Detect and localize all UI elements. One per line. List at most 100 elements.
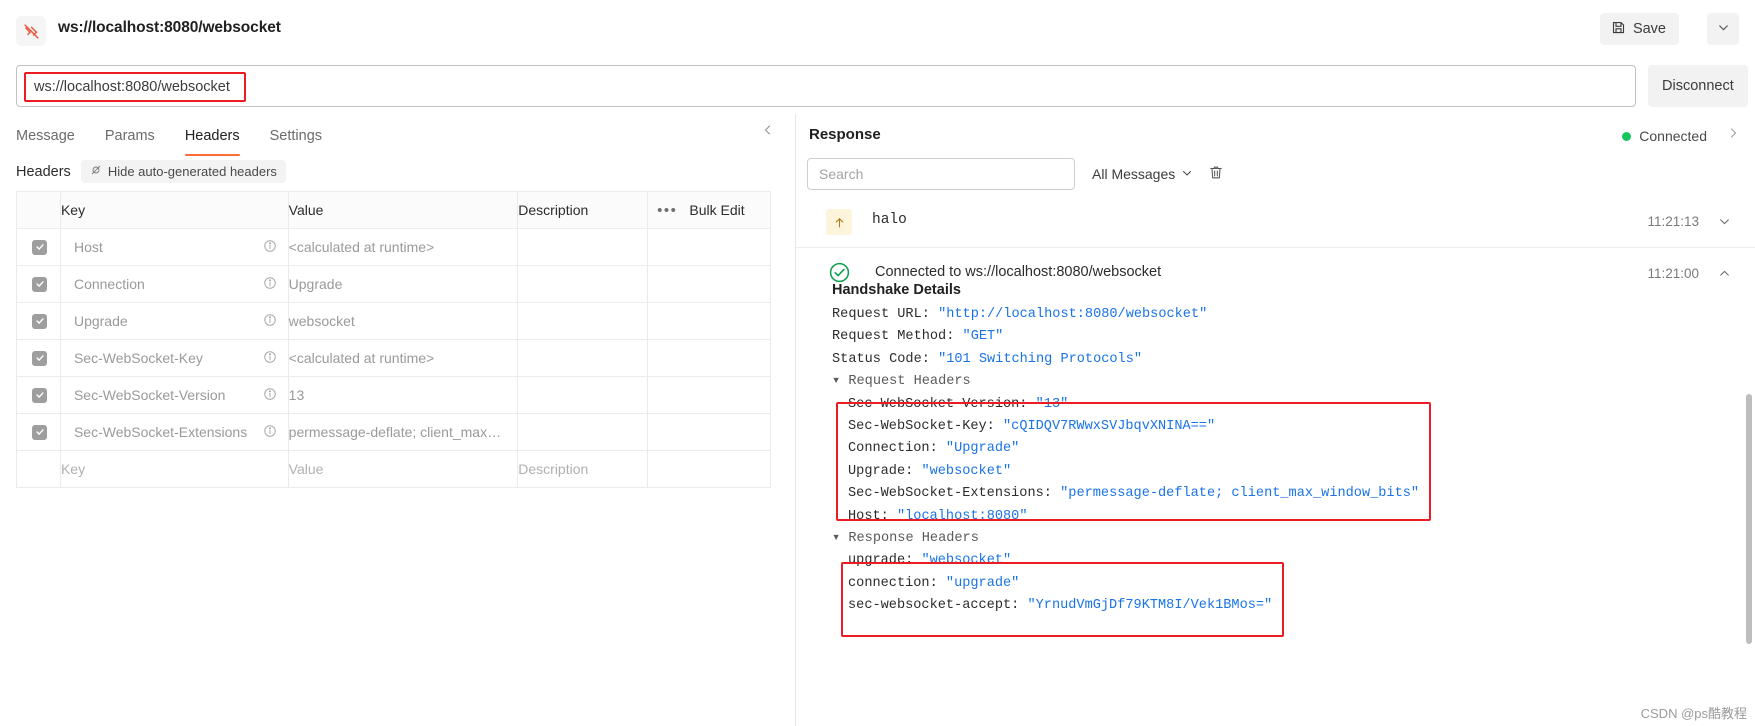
status-code-key: Status Code: — [832, 351, 930, 367]
url-value: ws://localhost:8080/websocket — [34, 79, 230, 95]
row-value-cell[interactable]: permessage-deflate; client_max… — [287, 413, 519, 451]
row-checkbox[interactable] — [32, 276, 47, 292]
row-key-cell[interactable]: Sec-WebSocket-Extensions — [59, 413, 289, 451]
new-row-checkbox-cell — [16, 450, 61, 488]
new-row-key-input[interactable]: Key — [59, 450, 289, 488]
row-checkbox[interactable] — [32, 313, 47, 329]
status-dot-icon — [1622, 131, 1632, 141]
info-icon[interactable] — [263, 424, 277, 441]
row-key-label: Sec-WebSocket-Version — [73, 387, 226, 403]
page-title: ws://localhost:8080/websocket — [58, 19, 281, 36]
row-description-cell[interactable] — [517, 376, 649, 414]
new-row-actions-cell — [647, 450, 771, 488]
info-icon[interactable] — [263, 350, 277, 367]
request-header-key: Upgrade: — [848, 463, 914, 479]
row-value-cell[interactable]: websocket — [287, 302, 519, 340]
collapse-right-panel-button[interactable] — [1725, 126, 1741, 144]
row-checkbox[interactable] — [32, 239, 47, 255]
tab-params[interactable]: Params — [105, 122, 169, 156]
handshake-details-title: Handshake Details — [832, 282, 961, 298]
request-header-value: "localhost:8080" — [896, 508, 1028, 524]
row-checkbox[interactable] — [32, 424, 47, 440]
response-header-key: sec-websocket-accept: — [848, 598, 1020, 614]
ellipsis-icon[interactable]: ••• — [657, 202, 677, 219]
table-row: Sec-WebSocket-Key <calculated at runtime… — [16, 339, 771, 377]
headers-toolbar: Headers Hide auto-generated headers — [16, 160, 286, 183]
row-key-cell[interactable]: Upgrade — [59, 302, 289, 340]
chevron-up-icon[interactable] — [1718, 267, 1731, 285]
tab-headers[interactable]: Headers — [184, 122, 254, 156]
headers-table: Key Value Description ••• Bulk Edit Host… — [16, 191, 771, 488]
chevron-down-icon — [1181, 166, 1193, 182]
search-input[interactable]: Search — [807, 158, 1075, 190]
row-key-label: Host — [73, 239, 103, 255]
response-header-line: sec-websocket-accept: "YrnudVmGjDf79KTM8… — [832, 595, 1712, 617]
row-actions-cell — [647, 376, 771, 414]
save-options-button[interactable] — [1707, 13, 1739, 45]
url-input[interactable]: ws://localhost:8080/websocket — [16, 65, 1636, 107]
response-scrollbar[interactable] — [1746, 394, 1752, 644]
headers-section-label: Headers — [16, 163, 71, 180]
chevron-down-icon[interactable] — [1718, 215, 1731, 233]
info-icon[interactable] — [263, 313, 277, 330]
request-method-key: Request Method: — [832, 329, 955, 345]
row-value-cell[interactable]: 13 — [287, 376, 519, 414]
hide-auto-generated-headers-label: Hide auto-generated headers — [107, 164, 277, 179]
headers-table-body: Host <calculated at runtime> Connection … — [16, 228, 771, 488]
response-headers-toggle[interactable]: ▾ Response Headers — [832, 528, 1712, 550]
row-key-cell[interactable]: Sec-WebSocket-Key — [59, 339, 289, 377]
row-key-label: Sec-WebSocket-Extensions — [73, 424, 248, 440]
row-value-cell[interactable]: Upgrade — [287, 265, 519, 303]
chevron-right-icon — [1727, 126, 1739, 144]
list-item[interactable]: halo 11:21:13 — [796, 196, 1755, 248]
row-description-cell[interactable] — [517, 302, 649, 340]
headers-table-head: Key Value Description ••• Bulk Edit — [16, 191, 771, 229]
row-key-cell[interactable]: Connection — [59, 265, 289, 303]
row-description-cell[interactable] — [517, 265, 649, 303]
request-header-line: Sec-WebSocket-Key: "cQIDQV7RWwxSVJbqvXNI… — [832, 416, 1712, 438]
info-icon[interactable] — [263, 276, 277, 293]
save-button[interactable]: Save — [1599, 13, 1679, 45]
response-header-key: upgrade: — [848, 553, 914, 569]
info-icon[interactable] — [263, 239, 277, 256]
new-row-description-input[interactable]: Description — [517, 450, 649, 488]
request-method-line: Request Method: "GET" — [832, 326, 1712, 348]
bulk-edit-button[interactable]: Bulk Edit — [689, 202, 744, 218]
row-description-cell[interactable] — [517, 339, 649, 377]
request-headers-toggle[interactable]: ▾ Request Headers — [832, 371, 1712, 393]
tab-settings[interactable]: Settings — [270, 122, 336, 156]
collapse-left-panel-button[interactable] — [759, 123, 777, 141]
new-row-value-input[interactable]: Value — [287, 450, 519, 488]
table-row: Sec-WebSocket-Extensions permessage-defl… — [16, 413, 771, 451]
row-key-cell[interactable]: Sec-WebSocket-Version — [59, 376, 289, 414]
status-badge: Connected — [1622, 128, 1707, 144]
column-actions: ••• Bulk Edit — [647, 191, 771, 229]
watermark: CSDN @ps酷教程 — [1640, 706, 1747, 721]
tab-message[interactable]: Message — [16, 122, 89, 156]
row-checkbox[interactable] — [32, 350, 47, 366]
message-text: halo — [872, 212, 907, 228]
clear-messages-button[interactable] — [1208, 164, 1224, 186]
request-header-key: Sec-WebSocket-Version: — [848, 396, 1028, 412]
trash-icon — [1208, 166, 1224, 185]
status-code-line: Status Code: "101 Switching Protocols" — [832, 349, 1712, 371]
status-code-value: "101 Switching Protocols" — [938, 351, 1143, 367]
disconnect-button[interactable]: Disconnect — [1648, 65, 1748, 107]
row-description-cell[interactable] — [517, 228, 649, 266]
request-header-line: Upgrade: "websocket" — [832, 461, 1712, 483]
info-icon[interactable] — [263, 387, 277, 404]
row-value-cell[interactable]: <calculated at runtime> — [287, 339, 519, 377]
row-checkbox[interactable] — [32, 387, 47, 403]
message-filter-dropdown[interactable]: All Messages — [1092, 166, 1193, 182]
row-key-cell[interactable]: Host — [59, 228, 289, 266]
request-method-value: "GET" — [962, 329, 1004, 345]
row-key-label: Upgrade — [73, 313, 128, 329]
hide-auto-generated-headers-button[interactable]: Hide auto-generated headers — [80, 160, 286, 183]
request-header-value: "Upgrade" — [945, 441, 1020, 457]
request-header-value: "websocket" — [921, 463, 1012, 479]
response-header-value: "YrnudVmGjDf79KTM8I/Vek1BMos=" — [1027, 598, 1273, 614]
table-row: Upgrade websocket — [16, 302, 771, 340]
row-value-cell[interactable]: <calculated at runtime> — [287, 228, 519, 266]
status-label: Connected — [1639, 128, 1707, 144]
row-description-cell[interactable] — [517, 413, 649, 451]
